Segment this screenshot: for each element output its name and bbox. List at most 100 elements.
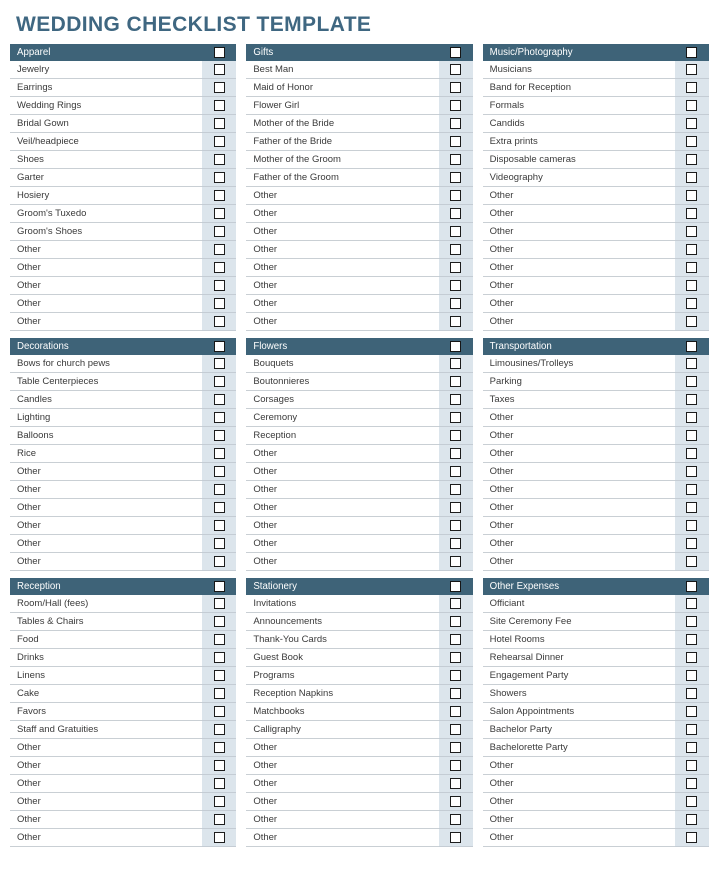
checklist-item-checkbox-cell[interactable]	[438, 630, 473, 649]
checklist-header-checkbox-cell[interactable]	[202, 44, 237, 61]
checklist-item-checkbox-cell[interactable]	[438, 186, 473, 205]
checkbox-icon[interactable]	[686, 171, 698, 183]
checklist-item-checkbox-cell[interactable]	[202, 516, 237, 535]
checkbox-icon[interactable]	[686, 357, 698, 369]
checkbox-icon[interactable]	[213, 615, 225, 627]
checkbox-icon[interactable]	[686, 831, 698, 843]
checkbox-icon[interactable]	[686, 759, 698, 771]
checkbox-icon[interactable]	[686, 669, 698, 681]
checklist-item-checkbox-cell[interactable]	[438, 96, 473, 115]
checklist-item-checkbox-cell[interactable]	[674, 720, 709, 739]
checkbox-icon[interactable]	[450, 447, 462, 459]
checklist-item-checkbox-cell[interactable]	[674, 774, 709, 793]
checkbox-icon[interactable]	[213, 393, 225, 405]
checklist-item-checkbox-cell[interactable]	[438, 720, 473, 739]
checkbox-icon[interactable]	[450, 63, 462, 75]
checkbox-icon[interactable]	[213, 63, 225, 75]
checkbox-icon[interactable]	[450, 117, 462, 129]
checklist-item-checkbox-cell[interactable]	[438, 756, 473, 775]
checklist-item-checkbox-cell[interactable]	[674, 756, 709, 775]
checkbox-icon[interactable]	[450, 795, 462, 807]
checkbox-icon[interactable]	[450, 153, 462, 165]
checkbox-icon[interactable]	[213, 279, 225, 291]
checklist-item-checkbox-cell[interactable]	[438, 390, 473, 409]
checkbox-icon[interactable]	[686, 243, 698, 255]
checkbox-icon[interactable]	[450, 465, 462, 477]
checkbox-icon[interactable]	[450, 411, 462, 423]
checkbox-icon[interactable]	[686, 633, 698, 645]
checkbox-icon[interactable]	[213, 705, 225, 717]
checkbox-icon[interactable]	[213, 357, 225, 369]
checklist-item-checkbox-cell[interactable]	[202, 204, 237, 223]
checkbox-icon[interactable]	[213, 501, 225, 513]
checklist-header-checkbox-cell[interactable]	[202, 338, 237, 355]
checklist-item-checkbox-cell[interactable]	[438, 426, 473, 445]
checklist-item-checkbox-cell[interactable]	[674, 78, 709, 97]
checkbox-icon[interactable]	[213, 580, 225, 592]
checklist-item-checkbox-cell[interactable]	[438, 828, 473, 847]
checkbox-icon[interactable]	[450, 705, 462, 717]
checklist-item-checkbox-cell[interactable]	[202, 702, 237, 721]
checkbox-icon[interactable]	[450, 357, 462, 369]
checklist-item-checkbox-cell[interactable]	[202, 552, 237, 571]
checkbox-icon[interactable]	[213, 261, 225, 273]
checklist-header-checkbox-cell[interactable]	[438, 578, 473, 595]
checklist-item-checkbox-cell[interactable]	[674, 61, 709, 79]
checklist-item-checkbox-cell[interactable]	[438, 738, 473, 757]
checklist-item-checkbox-cell[interactable]	[202, 426, 237, 445]
checkbox-icon[interactable]	[213, 117, 225, 129]
checkbox-icon[interactable]	[213, 795, 225, 807]
checklist-item-checkbox-cell[interactable]	[438, 480, 473, 499]
checkbox-icon[interactable]	[686, 207, 698, 219]
checkbox-icon[interactable]	[686, 279, 698, 291]
checkbox-icon[interactable]	[686, 597, 698, 609]
checklist-item-checkbox-cell[interactable]	[202, 150, 237, 169]
checklist-item-checkbox-cell[interactable]	[202, 222, 237, 241]
checkbox-icon[interactable]	[686, 261, 698, 273]
checkbox-icon[interactable]	[450, 393, 462, 405]
checklist-item-checkbox-cell[interactable]	[674, 276, 709, 295]
checklist-item-checkbox-cell[interactable]	[202, 792, 237, 811]
checklist-item-checkbox-cell[interactable]	[202, 684, 237, 703]
checkbox-icon[interactable]	[450, 81, 462, 93]
checklist-item-checkbox-cell[interactable]	[438, 648, 473, 667]
checkbox-icon[interactable]	[450, 225, 462, 237]
checklist-item-checkbox-cell[interactable]	[438, 462, 473, 481]
checklist-item-checkbox-cell[interactable]	[438, 355, 473, 373]
checklist-item-checkbox-cell[interactable]	[202, 61, 237, 79]
checklist-item-checkbox-cell[interactable]	[202, 132, 237, 151]
checklist-header-checkbox-cell[interactable]	[438, 338, 473, 355]
checkbox-icon[interactable]	[686, 519, 698, 531]
checkbox-icon[interactable]	[686, 81, 698, 93]
checkbox-icon[interactable]	[213, 315, 225, 327]
checklist-item-checkbox-cell[interactable]	[674, 738, 709, 757]
checkbox-icon[interactable]	[213, 651, 225, 663]
checklist-item-checkbox-cell[interactable]	[438, 78, 473, 97]
checkbox-icon[interactable]	[686, 447, 698, 459]
checkbox-icon[interactable]	[686, 99, 698, 111]
checklist-item-checkbox-cell[interactable]	[202, 258, 237, 277]
checkbox-icon[interactable]	[450, 99, 462, 111]
checklist-item-checkbox-cell[interactable]	[202, 666, 237, 685]
checklist-item-checkbox-cell[interactable]	[674, 702, 709, 721]
checklist-item-checkbox-cell[interactable]	[202, 355, 237, 373]
checklist-item-checkbox-cell[interactable]	[202, 240, 237, 259]
checkbox-icon[interactable]	[450, 669, 462, 681]
checkbox-icon[interactable]	[686, 297, 698, 309]
checklist-item-checkbox-cell[interactable]	[438, 258, 473, 277]
checklist-item-checkbox-cell[interactable]	[202, 756, 237, 775]
checkbox-icon[interactable]	[450, 723, 462, 735]
checkbox-icon[interactable]	[213, 297, 225, 309]
checkbox-icon[interactable]	[450, 831, 462, 843]
checkbox-icon[interactable]	[450, 375, 462, 387]
checklist-item-checkbox-cell[interactable]	[438, 792, 473, 811]
checklist-item-checkbox-cell[interactable]	[438, 498, 473, 517]
checklist-item-checkbox-cell[interactable]	[202, 480, 237, 499]
checklist-item-checkbox-cell[interactable]	[674, 96, 709, 115]
checkbox-icon[interactable]	[213, 597, 225, 609]
checklist-item-checkbox-cell[interactable]	[202, 444, 237, 463]
checklist-item-checkbox-cell[interactable]	[674, 186, 709, 205]
checkbox-icon[interactable]	[686, 393, 698, 405]
checkbox-icon[interactable]	[213, 225, 225, 237]
checkbox-icon[interactable]	[450, 279, 462, 291]
